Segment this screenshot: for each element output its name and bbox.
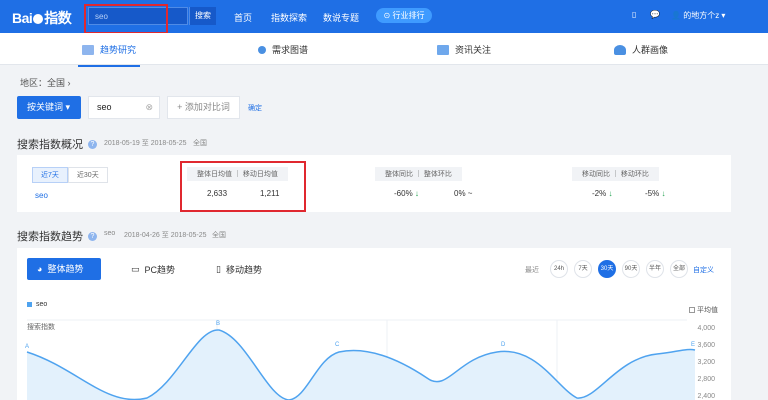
keyword-input[interactable]: seo ⊗ (88, 96, 160, 119)
help-icon[interactable]: ? (88, 231, 97, 241)
overview-keyword[interactable]: seo (35, 191, 48, 200)
mobile-icon[interactable]: ▯ (632, 10, 636, 19)
trend-keyword: seo (104, 230, 116, 237)
top-search-button[interactable]: 搜索 (189, 7, 216, 25)
by-keyword-dropdown[interactable]: 按关键词 ▾ (17, 96, 81, 119)
trend-range: 2018-04-26 至 2018-05-25 (124, 232, 207, 239)
chart-marker[interactable]: D (501, 342, 505, 348)
mobile-change-header: 移动同比 ｜ 移动环比 (572, 167, 659, 181)
avg-highlight-box (180, 161, 306, 212)
overall-yoy: -60% ↓ (394, 189, 419, 198)
overview-range: 2018-05-19 至 2018-05-25 (104, 140, 187, 147)
industry-rank-button[interactable]: ⊙ 行业排行 (376, 8, 432, 23)
tab-demand-graph[interactable]: 需求图谱 (258, 43, 308, 56)
graph-icon (258, 45, 266, 54)
mobile-mom: -5% ↓ (645, 189, 666, 198)
region-breadcrumb[interactable]: 地区：全国 › (20, 76, 71, 89)
arrow-down-icon: ↓ (608, 189, 613, 198)
user-menu[interactable]: 👤 的地方个z ▾ (671, 10, 725, 21)
overview-title: 搜索指数概况? (17, 136, 97, 152)
tab-trend-research[interactable]: 趋势研究 (77, 43, 141, 67)
chart-icon (82, 44, 94, 55)
trend-title: 搜索指数趋势? (17, 228, 97, 244)
clear-icon[interactable]: ⊗ (145, 97, 153, 118)
period-30-days[interactable]: 近30天 (67, 167, 108, 183)
user-icon: 👤 (671, 11, 681, 20)
chart-marker[interactable]: A (25, 344, 29, 350)
overall-change-header: 整体同比 ｜ 整体环比 (375, 167, 462, 181)
people-icon (614, 44, 626, 55)
chart-marker[interactable]: B (216, 321, 220, 327)
tab-crowd-portrait[interactable]: 人群画像 (614, 43, 668, 56)
chart-marker[interactable]: E (691, 342, 695, 348)
trend-region: 全国 (212, 232, 226, 239)
trend-chart[interactable] (17, 248, 731, 400)
sub-nav: 趋势研究 需求图谱 资讯关注 人群画像 (0, 33, 768, 67)
mobile-yoy: -2% ↓ (592, 189, 613, 198)
nav-data-topics[interactable]: 数说专题 (323, 11, 359, 24)
nav-home[interactable]: 首页 (234, 11, 252, 24)
search-highlight-box (84, 4, 168, 34)
chart-marker[interactable]: C (335, 342, 339, 348)
confirm-button[interactable]: 确定 (248, 103, 262, 113)
arrow-down-icon: ↓ (414, 189, 419, 198)
news-icon (437, 44, 449, 55)
overview-panel: 近7天 近30天 seo 整体日均值 ｜ 移动日均值 2,633 1,211 整… (17, 155, 731, 212)
baidu-index-logo[interactable]: Bai 指数 (12, 8, 72, 28)
trend-area (27, 329, 695, 400)
overall-mom: 0% ~ (454, 189, 473, 198)
add-compare-button[interactable]: + 添加对比词 (167, 96, 240, 119)
nav-index-explore[interactable]: 指数探索 (271, 11, 307, 24)
arrow-down-icon: ↓ (661, 189, 666, 198)
tab-news-attention[interactable]: 资讯关注 (437, 43, 491, 56)
help-icon[interactable]: ? (88, 139, 97, 149)
period-7-days[interactable]: 近7天 (32, 167, 68, 183)
wechat-icon[interactable]: 💬 (650, 10, 660, 19)
trend-panel: ◕ 整体趋势 ▭ PC趋势 ▯ 移动趋势 最近 24h 7天 30天 90天 半年 全… (17, 248, 731, 400)
overview-region: 全国 (193, 140, 207, 147)
